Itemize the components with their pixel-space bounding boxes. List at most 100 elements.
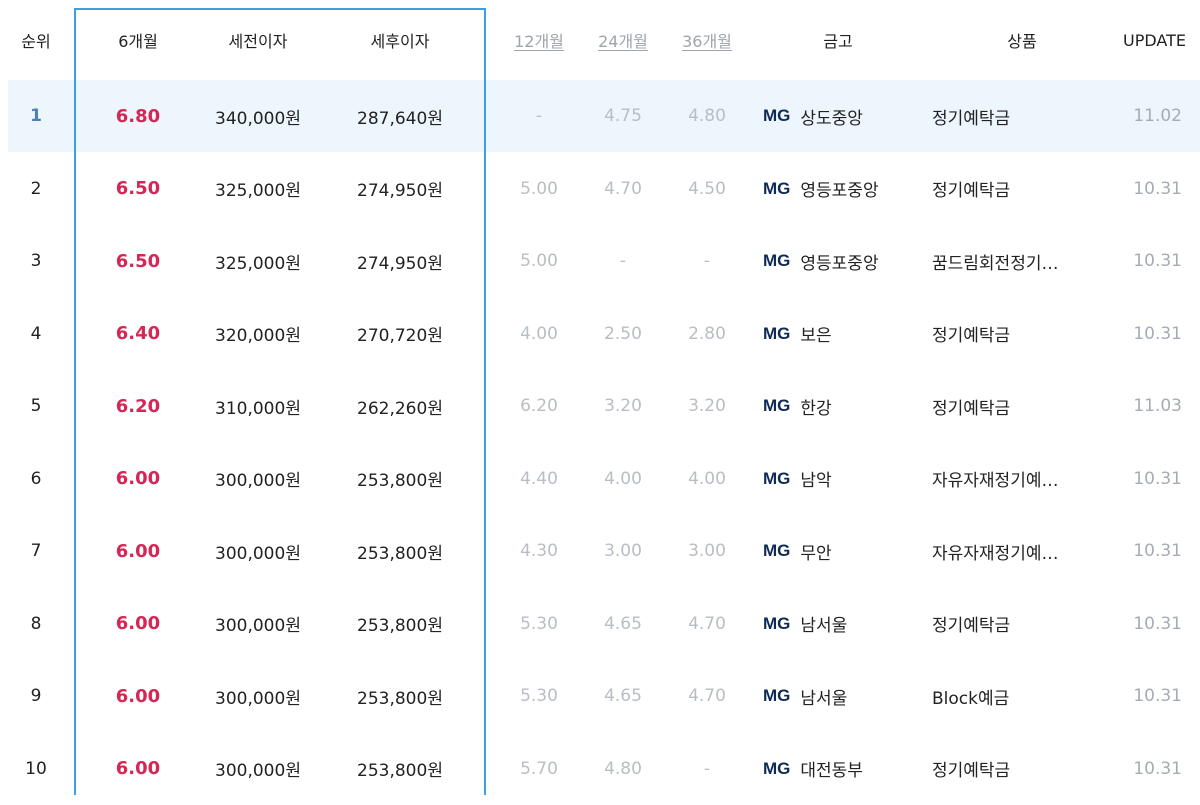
rate-table: 순위 6개월 세전이자 세후이자 12개월 24개월 36개월 금고 상품 UP… [0,0,1200,795]
pre-tax-interest-cell: 310,000원 [215,398,301,419]
rate-24-months-cell: 4.70 [604,178,642,199]
post-tax-interest-cell: 253,800원 [357,616,443,636]
update-date-cell: 10.31 [1133,686,1182,706]
table-row[interactable]: 7 6.00 300,000원 253,800원 4.30 3.00 3.00 MG 무안 자유자… [0,515,1200,587]
header-rank: 순위 [21,32,51,51]
rate-24-months-cell: 4.80 [604,758,642,779]
rate-36-months-cell: 3.00 [688,541,726,561]
bank-cell: MG 상도중앙 [763,80,913,152]
rate-24-months-cell: 4.75 [604,106,642,126]
rate-36-months-cell: 4.00 [688,468,726,489]
rate-12-months-cell: 5.00 [520,178,558,199]
mg-logo-icon: MG [763,251,791,270]
update-date-cell: 10.31 [1133,541,1182,561]
pre-tax-interest-cell: 300,000원 [215,616,301,636]
rank-cell: 7 [30,541,42,561]
rank-cell: 10 [25,758,47,779]
bank-cell: MG 영등포중앙 [763,225,913,297]
header-12-months-label[interactable]: 12개월 [514,28,564,52]
mg-logo-icon: MG [763,178,791,198]
rate-12-months-cell: 5.30 [520,686,558,706]
update-date-cell: 10.31 [1133,178,1182,199]
rank-cell: 3 [30,251,42,271]
bank-name[interactable]: 영등포중앙 [800,176,878,201]
post-tax-interest-cell: 287,640원 [357,108,443,129]
bank-name[interactable]: 대전동부 [800,756,863,781]
bank-name[interactable]: 영등포중앙 [800,249,878,274]
mg-logo-icon: MG [763,396,791,415]
rate-12-months-cell: 4.30 [520,541,558,561]
update-date-cell: 10.31 [1133,323,1182,344]
header-6-months[interactable]: 6개월 [78,0,198,80]
header-post-tax-interest: 세후이자 [370,32,430,51]
rate-6-months-cell: 6.00 [115,468,161,489]
table-header: 순위 6개월 세전이자 세후이자 12개월 24개월 36개월 금고 상품 UP… [0,0,1200,80]
rank-cell: 6 [30,468,42,489]
header-product: 상품 [1007,32,1037,51]
bank-name[interactable]: 남서울 [800,611,847,636]
rate-24-months-cell: 4.65 [604,613,642,634]
rate-24-months-cell: 3.20 [604,396,642,416]
rate-36-months-cell: 2.80 [688,323,726,344]
bank-name[interactable]: 남악 [800,466,831,491]
header-36-months-link[interactable]: 36개월 [666,0,748,80]
header-24-months-label[interactable]: 24개월 [598,28,648,52]
product-cell: 정기예탁금 [932,761,1011,781]
bank-cell: MG 대전동부 [763,733,913,805]
post-tax-interest-cell: 253,800원 [357,761,443,781]
rate-36-months-cell: - [703,251,711,271]
bank-name[interactable]: 남서울 [800,684,847,709]
table-row[interactable]: 1 6.80 340,000원 287,640원 - 4.75 4.80 MG 상도중앙 정기예탁… [8,80,1200,152]
table-row[interactable]: 9 6.00 300,000원 253,800원 5.30 4.65 4.70 MG 남서울 Bl… [0,660,1200,732]
post-tax-interest-cell: 274,950원 [357,253,443,274]
post-tax-interest-cell: 253,800원 [357,543,443,564]
bank-name[interactable]: 상도중앙 [800,104,863,129]
mg-logo-icon: MG [763,758,791,778]
table-row[interactable]: 3 6.50 325,000원 274,950원 5.00 - - MG 영등포중앙 꿈드림회전정… [0,225,1200,297]
header-36-months-label[interactable]: 36개월 [682,28,732,52]
bank-name[interactable]: 무안 [800,539,831,564]
update-date-cell: 10.31 [1133,468,1182,489]
rate-24-months-cell: - [619,251,627,271]
product-cell: 정기예탁금 [932,108,1011,129]
mg-logo-icon: MG [763,613,791,633]
table-row[interactable]: 5 6.20 310,000원 262,260원 6.20 3.20 3.20 MG 한강 정기예… [0,370,1200,442]
rate-36-months-cell: 4.80 [688,106,726,126]
bank-name[interactable]: 한강 [800,394,831,419]
bank-name[interactable]: 보은 [800,321,831,346]
table-row[interactable]: 6 6.00 300,000원 253,800원 4.40 4.00 4.00 MG 남악 자유자… [0,443,1200,515]
bank-cell: MG 영등포중앙 [763,153,913,225]
rank-cell: 5 [30,396,42,416]
bank-cell: MG 남서울 [763,660,913,732]
mg-logo-icon: MG [763,323,791,343]
rate-36-months-cell: 4.70 [688,686,726,706]
product-cell: 꿈드림회전정기… [932,253,1059,274]
rate-12-months-cell: 5.30 [520,613,558,634]
rate-36-months-cell: 4.70 [688,613,726,634]
header-24-months-link[interactable]: 24개월 [582,0,664,80]
rank-cell: 9 [30,686,42,706]
rate-12-months-cell: 5.70 [520,758,558,779]
post-tax-interest-cell: 270,720원 [357,326,443,346]
rate-6-months-cell: 6.50 [115,250,161,272]
mg-logo-icon: MG [763,541,791,560]
rate-6-months-cell: 6.00 [115,685,161,707]
update-date-cell: 10.31 [1133,758,1182,779]
bank-cell: MG 남악 [763,443,913,515]
rate-36-months-cell: - [703,758,711,779]
pre-tax-interest-cell: 320,000원 [215,326,301,346]
rate-36-months-cell: 4.50 [688,178,726,199]
mg-logo-icon: MG [763,106,791,125]
bank-cell: MG 무안 [763,515,913,587]
rate-6-months-cell: 6.80 [115,105,161,127]
pre-tax-interest-cell: 325,000원 [215,181,301,201]
table-row[interactable]: 8 6.00 300,000원 253,800원 5.30 4.65 4.70 MG 남서울 정기… [0,588,1200,660]
table-row[interactable]: 10 6.00 300,000원 253,800원 5.70 4.80 - MG 대전동부 정기예… [0,733,1200,805]
mg-logo-icon: MG [763,468,791,488]
table-row[interactable]: 4 6.40 320,000원 270,720원 4.00 2.50 2.80 MG 보은 정기예… [0,298,1200,370]
header-12-months-link[interactable]: 12개월 [498,0,580,80]
bank-cell: MG 남서울 [763,588,913,660]
post-tax-interest-cell: 253,800원 [357,471,443,491]
rate-6-months-cell: 6.00 [115,613,161,634]
table-row[interactable]: 2 6.50 325,000원 274,950원 5.00 4.70 4.50 MG 영등포중앙… [0,153,1200,225]
